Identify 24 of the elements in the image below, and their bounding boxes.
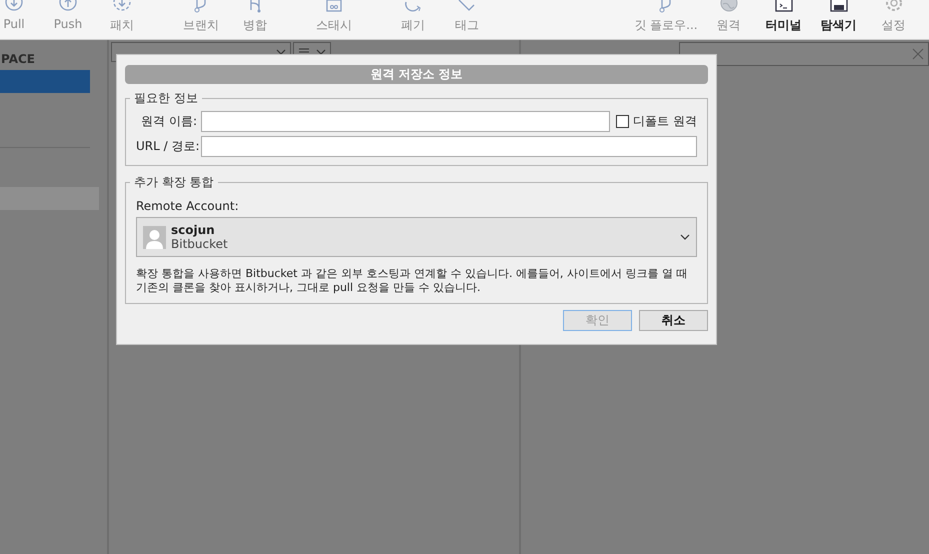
section-header: PACE bbox=[1, 52, 35, 68]
name-field[interactable] bbox=[201, 111, 610, 132]
description-text: 확장 통합을 사용하면 Bitbucket 과 같은 외부 호스팅과 연계할 수 있습니다. 에를들어, 사이트에서 링크를 열 때 기존의 클론을 찾아 표시하거나, 그대로 pull 요청을 만들 수 있습니다. bbox=[136, 267, 688, 295]
close-icon[interactable] bbox=[912, 48, 924, 60]
chevron-down-icon bbox=[316, 49, 326, 55]
dialog-title: 원격 저장소 정보 bbox=[125, 65, 708, 84]
field-label: 원격 이름: bbox=[140, 113, 197, 130]
account-name: scojun bbox=[171, 223, 216, 237]
field-label: URL / 경로: bbox=[136, 138, 197, 155]
chevron-down-icon bbox=[680, 234, 690, 240]
url-field[interactable] bbox=[201, 136, 697, 157]
field-label: Remote Account: bbox=[136, 199, 240, 213]
dialog-button[interactable]: 취소 bbox=[639, 310, 708, 331]
checkbox-label: 디폴트 원격 bbox=[633, 113, 697, 130]
avatar-icon bbox=[143, 226, 166, 248]
search-field[interactable] bbox=[679, 42, 929, 66]
account-service: Bitbucket bbox=[171, 237, 229, 251]
toolbar-button[interactable]: 터미널 bbox=[766, 17, 802, 34]
group-title: 필요한 정보 bbox=[133, 90, 199, 107]
account-dropdown[interactable]: scojun Bitbucket bbox=[136, 217, 697, 257]
chevron-down-icon bbox=[276, 49, 286, 55]
toolbar-button[interactable]: 탐색기 bbox=[820, 17, 856, 34]
checkbox[interactable] bbox=[616, 115, 629, 128]
group-title: 추가 확장 통합 bbox=[133, 174, 215, 191]
